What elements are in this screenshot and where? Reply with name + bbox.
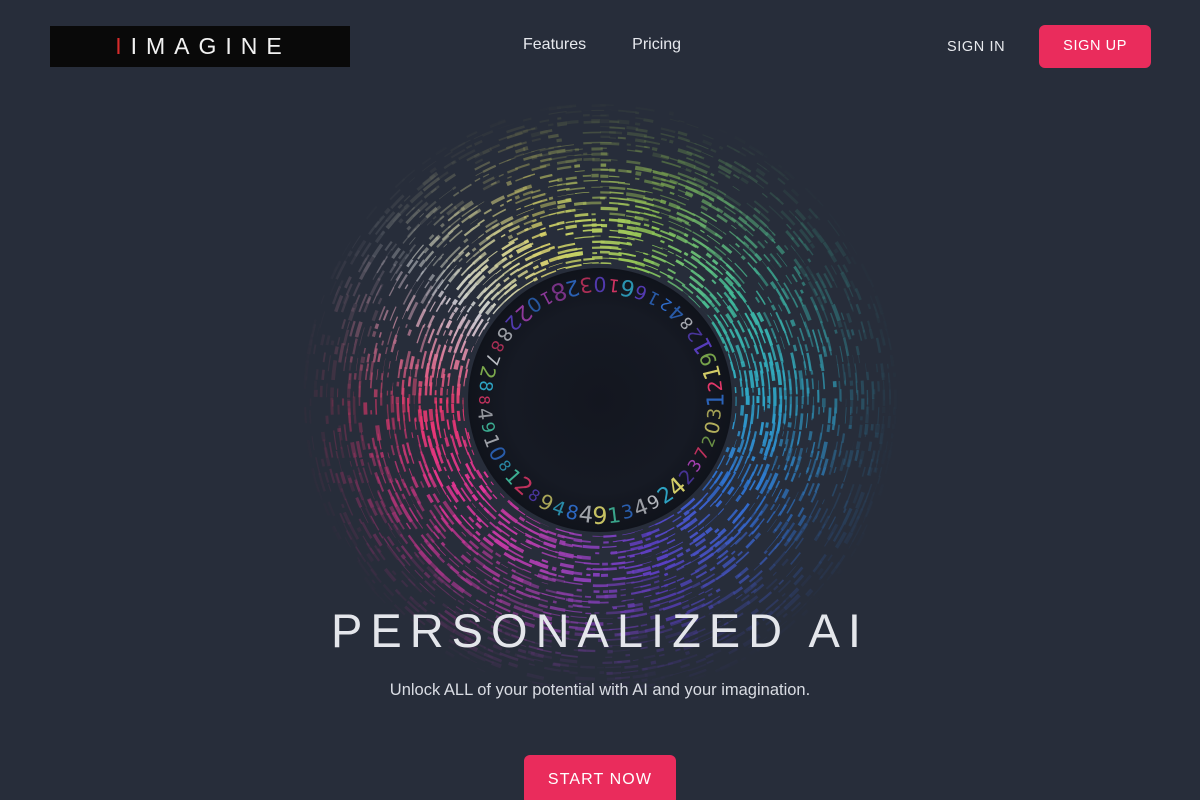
logo[interactable]: IIMAGINE (50, 26, 350, 67)
page-title: PERSONALIZED AI (331, 604, 869, 657)
nav-item-features[interactable]: Features (515, 31, 594, 59)
landing-page: 0166124821912130273242943194849821801948… (0, 0, 1200, 800)
logo-text: IIMAGINE (109, 33, 291, 60)
hero-subtitle: Unlock ALL of your potential with AI and… (389, 681, 811, 699)
cta-container: START NOW (0, 755, 1200, 800)
auth-actions: SIGN IN SIGN UP (947, 25, 1151, 68)
nav-item-pricing[interactable]: Pricing (624, 31, 689, 59)
start-now-button[interactable]: START NOW (524, 755, 676, 800)
sign-in-button[interactable]: SIGN IN (947, 39, 1005, 55)
logo-accent-letter: I (115, 33, 131, 59)
logo-word: IMAGINE (130, 33, 291, 59)
main-nav: Features Pricing (515, 31, 689, 59)
site-header: IIMAGINE Features Pricing SIGN IN SIGN U… (0, 0, 1200, 92)
hero-section: PERSONALIZED AI Unlock ALL of your poten… (0, 0, 1200, 800)
sign-up-button[interactable]: SIGN UP (1039, 25, 1151, 68)
